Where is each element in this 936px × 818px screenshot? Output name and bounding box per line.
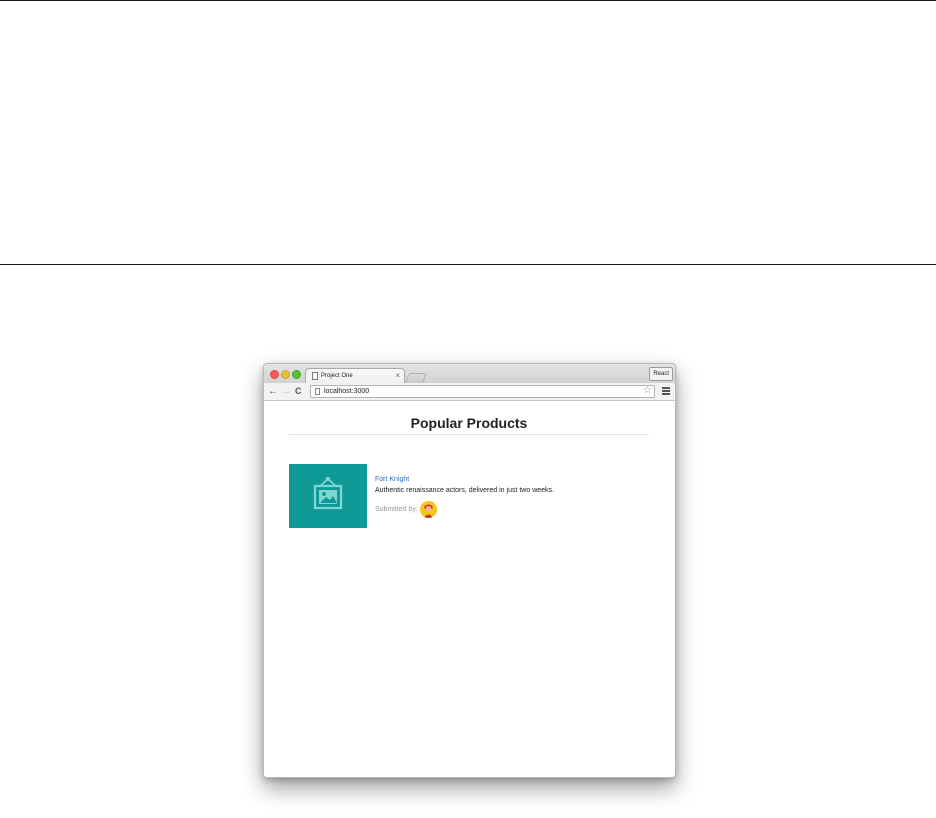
tab-project-one[interactable]: Project One × xyxy=(305,368,405,383)
tab-bar: Project One × React xyxy=(264,364,675,383)
close-window-button[interactable] xyxy=(270,370,279,379)
address-url[interactable]: localhost:3000 xyxy=(324,386,369,397)
page-heading: Popular Products xyxy=(289,415,649,435)
submitted-by: Submitted by: xyxy=(375,501,554,518)
browser-toolbar: ← → C localhost:3000 ☆ xyxy=(264,383,675,401)
divider-middle xyxy=(0,264,936,265)
product-title-link[interactable]: Fort Knight xyxy=(375,475,554,485)
hamburger-menu-icon[interactable] xyxy=(662,387,670,396)
tab-title: Project One xyxy=(321,373,353,379)
browser-window: Project One × React ← → C localhost:3000… xyxy=(263,363,676,778)
product-details: Fort Knight Authentic renaissance actors… xyxy=(375,475,554,518)
arrow-left-icon[interactable]: ← xyxy=(268,385,278,398)
product-thumbnail[interactable] xyxy=(289,464,367,528)
star-icon[interactable]: ☆ xyxy=(643,385,652,397)
new-tab-button[interactable] xyxy=(405,373,427,383)
zoom-window-button[interactable] xyxy=(292,370,301,379)
divider-top xyxy=(0,0,936,1)
product-description: Authentic renaissance actors, delivered … xyxy=(375,487,554,494)
page-root: Project One × React ← → C localhost:3000… xyxy=(0,0,936,818)
document-icon xyxy=(312,372,318,380)
user-avatar-icon xyxy=(419,501,437,518)
arrow-right-icon[interactable]: → xyxy=(281,385,291,398)
address-bar[interactable]: localhost:3000 ☆ xyxy=(310,385,655,398)
close-tab-icon[interactable]: × xyxy=(395,370,400,381)
page-icon xyxy=(315,388,320,395)
minimize-window-button[interactable] xyxy=(281,370,290,379)
image-placeholder-icon xyxy=(313,476,343,510)
profile-button[interactable]: React xyxy=(649,367,673,381)
page-content: Popular Products Fort Knight Authentic r… xyxy=(264,401,675,777)
product-item: Fort Knight Authentic renaissance actors… xyxy=(289,464,649,528)
reload-icon[interactable]: C xyxy=(295,385,302,398)
submitted-by-label: Submitted by: xyxy=(375,505,418,513)
